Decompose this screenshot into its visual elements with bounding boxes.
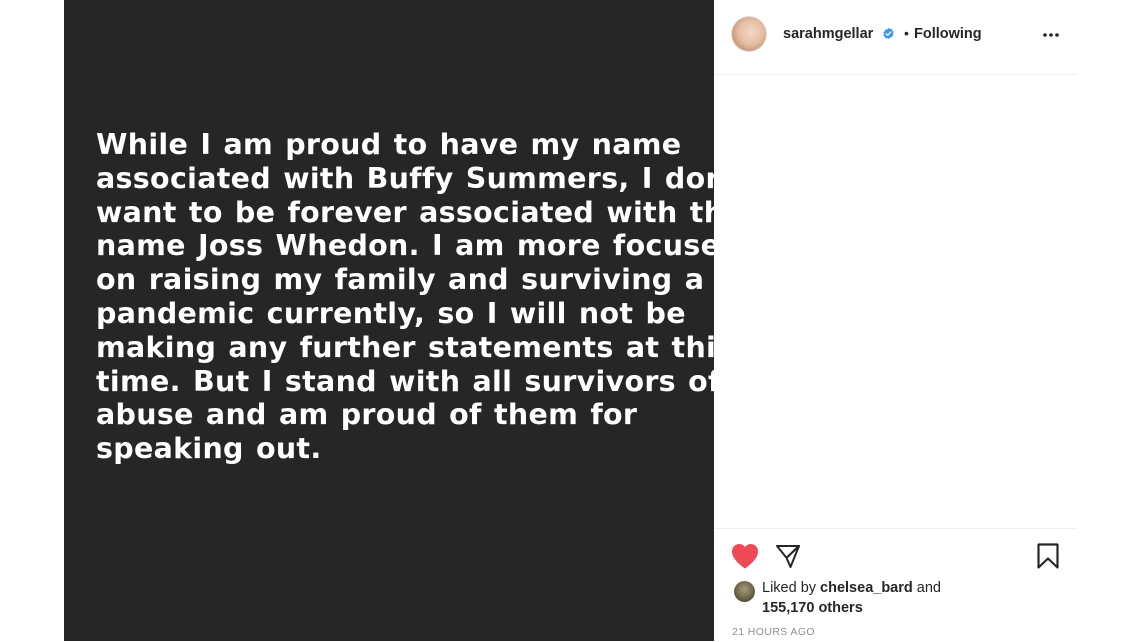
liker-username-link[interactable]: chelsea_bard (820, 580, 913, 596)
header-separator: • (904, 25, 909, 41)
statement-line: speaking out. (96, 432, 322, 466)
liker-avatar[interactable] (734, 581, 755, 602)
paper-plane-icon[interactable] (774, 542, 802, 570)
statement-line: abuse and am proud of them for (96, 398, 638, 432)
instagram-post-page: While I am proud to have my name associa… (0, 0, 1140, 641)
statement-line: time. But I stand with all survivors of (96, 364, 721, 398)
statement-line: want to be forever associated with the (96, 195, 744, 229)
statement-line: While I am proud to have my name (96, 128, 682, 161)
statement-line: name Joss Whedon. I am more focused (96, 229, 741, 263)
likes-conjunction: and (916, 580, 941, 596)
author-avatar[interactable] (732, 17, 766, 51)
heart-icon[interactable] (730, 542, 760, 570)
statement-line: making any further statements at this (96, 330, 734, 364)
post-image: While I am proud to have my name associa… (64, 0, 752, 641)
statement-line: pandemic currently, so I will not be (96, 296, 686, 330)
verified-badge-icon (883, 27, 894, 40)
statement-line: on raising my family and surviving a (96, 263, 705, 297)
following-button[interactable]: Following (914, 26, 982, 42)
post-sidebar: sarahmgellar • Following Liked by chelse… (714, 0, 1077, 641)
post-actions: Liked by chelsea_bard and 155,170 others… (714, 528, 1077, 642)
post-timestamp[interactable]: 21 HOURS AGO (732, 626, 815, 638)
statement-line: associated with Buffy Summers, I don’t (96, 161, 752, 195)
author-username-link[interactable]: sarahmgellar (783, 26, 873, 42)
bookmark-icon[interactable] (1036, 542, 1060, 570)
likes-count-link[interactable]: 155,170 others (762, 600, 863, 616)
liked-by-label: Liked by (762, 580, 817, 596)
comments-area (714, 75, 1077, 527)
post-statement-text: While I am proud to have my name associa… (96, 128, 752, 466)
likes-summary: Liked by chelsea_bard and 155,170 others (762, 579, 1062, 618)
post-header: sarahmgellar • Following (714, 0, 1077, 75)
more-options-icon[interactable] (1041, 27, 1061, 43)
